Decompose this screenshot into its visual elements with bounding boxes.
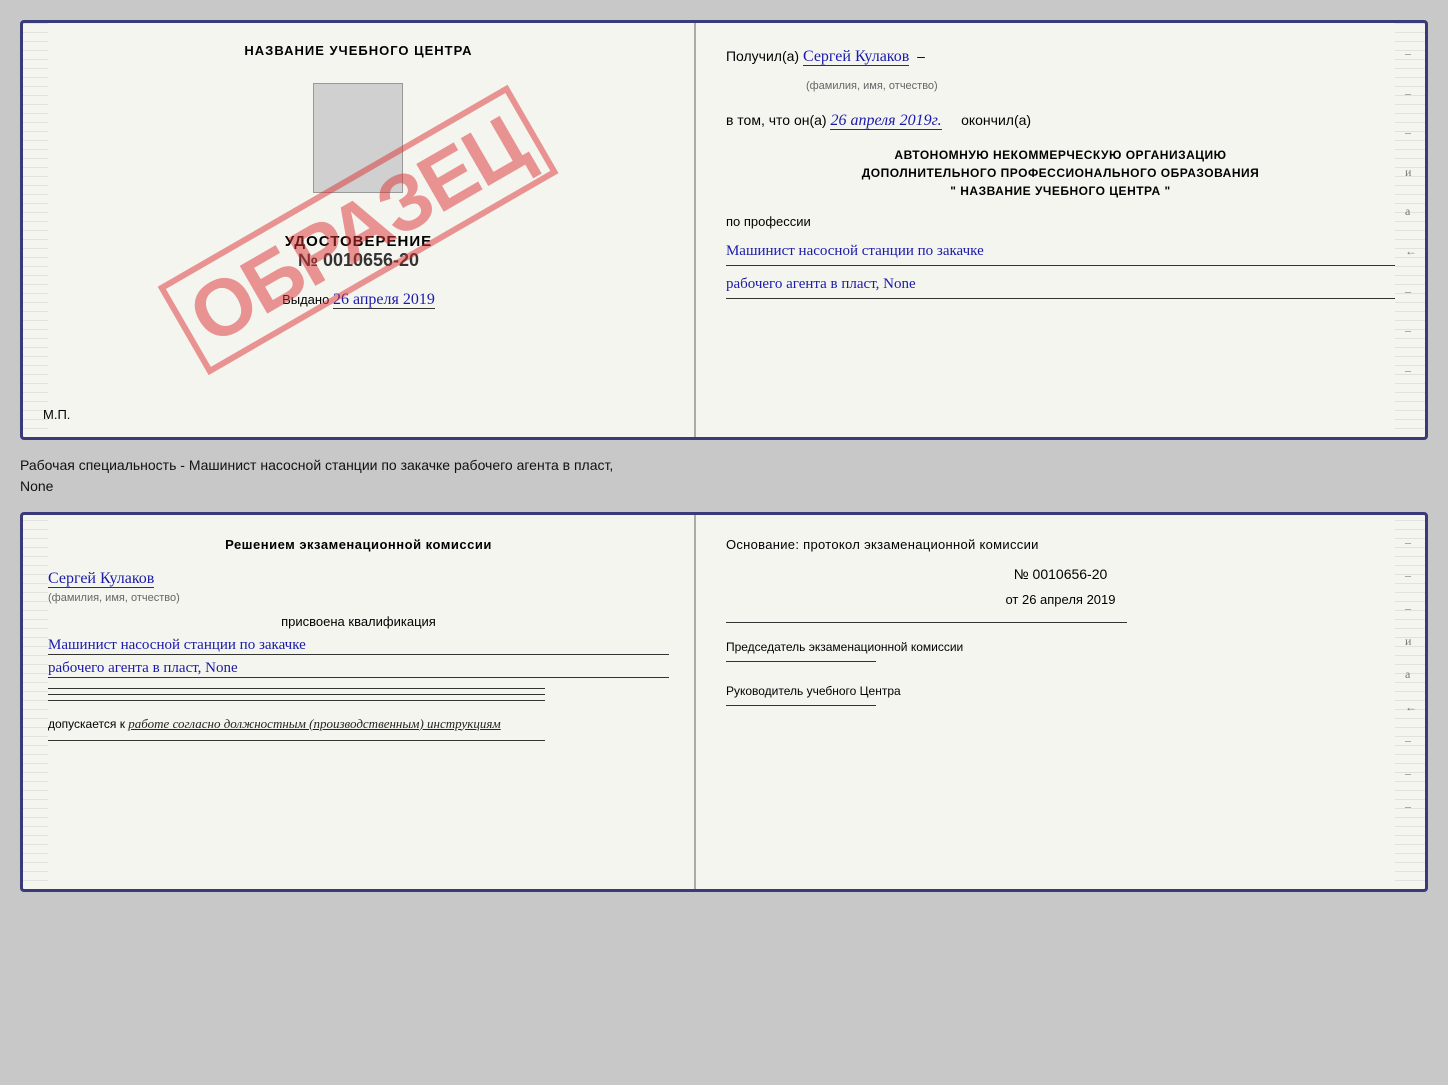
rukovoditel-text: Руководитель учебного Центра	[726, 682, 1395, 700]
date-value: 26 апреля 2019г.	[830, 112, 941, 130]
person-name: Сергей Кулаков	[48, 570, 154, 588]
predsedatel-sig-line	[726, 661, 876, 662]
po-professii-label: по профессии	[726, 214, 811, 229]
rukovoditel-sig-line	[726, 705, 876, 706]
dopuskaetsya-block: допускается к работе согласно должностны…	[48, 716, 669, 732]
prisvoena-text: присвоена квалификация	[48, 614, 669, 629]
top-doc-left: НАЗВАНИЕ УЧЕБНОГО ЦЕНТРА ОБРАЗЕЦ УДОСТОВ…	[23, 23, 696, 437]
org-line1: АВТОНОМНУЮ НЕКОММЕРЧЕСКУЮ ОРГАНИЗАЦИЮ	[726, 146, 1395, 164]
top-document: НАЗВАНИЕ УЧЕБНОГО ЦЕНТРА ОБРАЗЕЦ УДОСТОВ…	[20, 20, 1428, 440]
person-line: Сергей Кулаков (фамилия, имя, отчество)	[48, 570, 669, 606]
top-doc-right: Получил(a) Сергей Кулаков – (фамилия, им…	[696, 23, 1425, 437]
vtom-label: в том, что он(а)	[726, 112, 827, 128]
org-line2: ДОПОЛНИТЕЛЬНОГО ПРОФЕССИОНАЛЬНОГО ОБРАЗО…	[726, 164, 1395, 182]
mp-label: М.П.	[43, 407, 70, 422]
predsedatel-text: Председатель экзаменационной комиссии	[726, 638, 1395, 656]
dopuskaetsya-label: допускается к	[48, 717, 125, 731]
recipient-subtitle: (фамилия, имя, отчество)	[806, 80, 938, 92]
qual-line2: рабочего агента в пласт, None	[48, 660, 669, 678]
vydano-line: Выдано 26 апреля 2019	[282, 291, 435, 309]
po-professii: по профессии	[726, 210, 1395, 233]
protocol-num: № 0010656-20	[726, 566, 1395, 582]
decision-title: Решением экзаменационной комиссии	[48, 535, 669, 555]
okonchil-label: окончил(а)	[961, 112, 1031, 128]
osnov-text: Основание: протокол экзаменационной коми…	[726, 535, 1395, 556]
subtitle-block: Рабочая специальность - Машинист насосно…	[20, 450, 1428, 502]
udostoverenie-title: УДОСТОВЕРЕНИЕ	[285, 233, 432, 250]
vydano-date: 26 апреля 2019	[333, 291, 435, 309]
poluchil-label: Получил(a)	[726, 48, 799, 64]
bottom-right-border	[1395, 515, 1425, 889]
recipient-line: Получил(a) Сергей Кулаков – (фамилия, им…	[726, 43, 1395, 97]
profession-line1: Машинист насосной станции по закачке	[726, 238, 1395, 266]
org-line3: " НАЗВАНИЕ УЧЕБНОГО ЦЕНТРА "	[726, 182, 1395, 200]
date-from-line: от 26 апреля 2019	[726, 592, 1395, 607]
person-subtitle: (фамилия, имя, отчество)	[48, 592, 180, 604]
subtitle-text1: Рабочая специальность - Машинист насосно…	[20, 455, 1428, 476]
top-left-title: НАЗВАНИЕ УЧЕБНОГО ЦЕНТРА	[244, 43, 472, 58]
bottom-doc-left: Решением экзаменационной комиссии Сергей…	[23, 515, 696, 889]
date-line: в том, что он(а) 26 апреля 2019г. окончи…	[726, 107, 1395, 136]
qual-line1: Машинист насосной станции по закачке	[48, 637, 669, 655]
photo-placeholder	[313, 83, 403, 193]
udostoverenie-block: УДОСТОВЕРЕНИЕ № 0010656-20	[285, 233, 432, 271]
vydano-label: Выдано	[282, 292, 329, 307]
predsedatel-label: Председатель экзаменационной комиссии	[726, 638, 1395, 662]
rukovoditel-label: Руководитель учебного Центра	[726, 682, 1395, 706]
bottom-document: Решением экзаменационной комиссии Сергей…	[20, 512, 1428, 892]
org-text: АВТОНОМНУЮ НЕКОММЕРЧЕСКУЮ ОРГАНИЗАЦИЮ ДО…	[726, 146, 1395, 200]
profession-line2: рабочего агента в пласт, None	[726, 271, 1395, 299]
bottom-doc-right: Основание: протокол экзаменационной коми…	[696, 515, 1425, 889]
dopusk-text: работе согласно должностным (производств…	[128, 716, 500, 731]
recipient-name: Сергей Кулаков	[803, 48, 909, 66]
udostoverenie-number: № 0010656-20	[285, 250, 432, 271]
subtitle-text2: None	[20, 476, 1428, 497]
date-from-value: 26 апреля 2019	[1022, 592, 1116, 607]
ot-label: от	[1005, 592, 1018, 607]
right-border-decoration	[1395, 23, 1425, 437]
